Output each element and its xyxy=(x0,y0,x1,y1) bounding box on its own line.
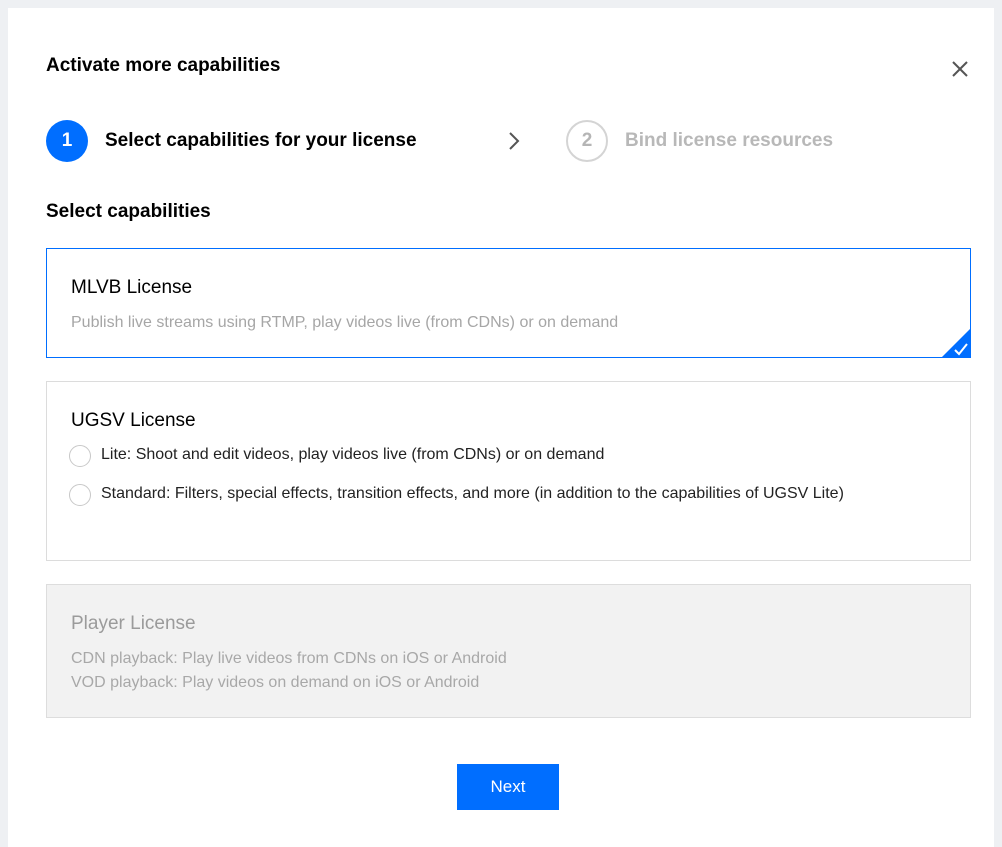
mlvb-license-card[interactable]: MLVB License Publish live streams using … xyxy=(46,248,971,358)
ugsv-card-title: UGSV License xyxy=(71,410,196,431)
ugsv-license-card: UGSV License Lite: Shoot and edit videos… xyxy=(46,381,971,561)
mlvb-card-description: Publish live streams using RTMP, play vi… xyxy=(71,314,619,331)
close-icon xyxy=(952,61,968,77)
mlvb-card-title: MLVB License xyxy=(71,277,193,298)
ugsv-lite-label: Lite: Shoot and edit videos, play videos… xyxy=(101,446,605,463)
player-vod-playback-text: VOD playback: Play videos on demand on i… xyxy=(71,674,480,691)
ugsv-lite-radio[interactable] xyxy=(69,445,91,467)
step-select-capabilities: 1 Select capabilities for your license xyxy=(46,119,417,163)
ugsv-standard-radio[interactable] xyxy=(69,484,91,506)
step-label-1: Select capabilities for your license xyxy=(105,130,417,151)
activate-capabilities-dialog: Activate more capabilities 1 Select capa… xyxy=(8,8,994,847)
checkmark-icon xyxy=(941,328,971,358)
step-number-1: 1 xyxy=(46,120,88,162)
ugsv-standard-label: Standard: Filters, special effects, tran… xyxy=(101,485,844,502)
section-title: Select capabilities xyxy=(46,201,211,222)
step-label-2: Bind license resources xyxy=(625,130,834,151)
dialog-title: Activate more capabilities xyxy=(46,55,281,76)
step-bind-resources: 2 Bind license resources xyxy=(566,119,833,163)
player-cdn-playback-text: CDN playback: Play live videos from CDNs… xyxy=(71,650,507,667)
chevron-right-icon xyxy=(509,132,520,150)
stepper: 1 Select capabilities for your license 2… xyxy=(46,119,946,163)
close-button[interactable] xyxy=(946,55,974,83)
player-card-title: Player License xyxy=(71,613,196,634)
player-license-card: Player License CDN playback: Play live v… xyxy=(46,584,971,718)
ugsv-lite-option[interactable]: Lite: Shoot and edit videos, play videos… xyxy=(69,444,931,469)
next-button[interactable]: Next xyxy=(457,764,559,810)
ugsv-standard-option[interactable]: Standard: Filters, special effects, tran… xyxy=(69,483,931,508)
step-number-2: 2 xyxy=(566,120,608,162)
